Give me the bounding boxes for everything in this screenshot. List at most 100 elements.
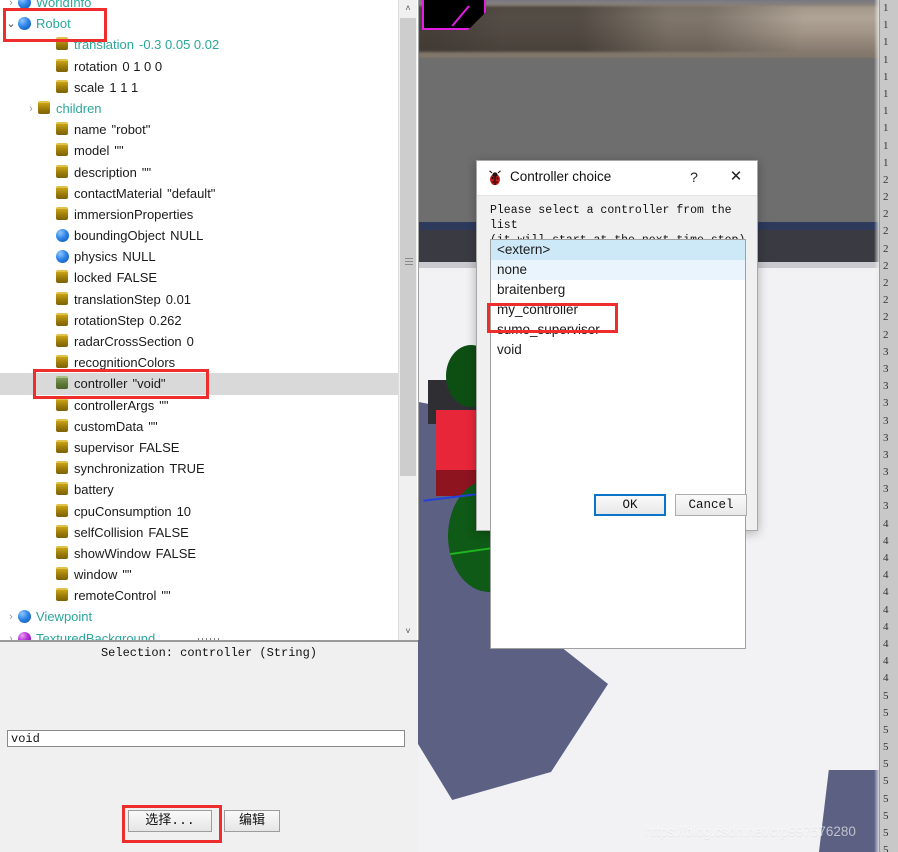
tree-row-controller[interactable]: controller "void" <box>0 373 400 395</box>
tree-row-recognitioncolors[interactable]: recognitionColors <box>0 352 400 373</box>
tree-row-robot[interactable]: ⌄ Robot <box>0 13 400 34</box>
tree-row-translationstep[interactable]: translationStep 0.01 <box>0 289 400 310</box>
scrollbar-up-arrow[interactable]: ˄ <box>399 0 417 17</box>
tree-row-children[interactable]: › children <box>0 98 400 119</box>
tree-row-name: Robot <box>36 16 71 32</box>
chevron-right-icon[interactable]: › <box>24 99 38 120</box>
controller-list-item[interactable]: braitenberg <box>491 280 745 300</box>
node-sphere-icon <box>56 250 69 264</box>
tree-row-indent: model "" <box>0 143 124 158</box>
dialog-prompt-line1: Please select a controller from the list <box>490 204 732 232</box>
tree-row-value: "default" <box>167 185 216 201</box>
controller-list[interactable]: <extern> none braitenberg my_controller sumo… <box>490 239 746 649</box>
tree-row-value: "" <box>148 418 158 434</box>
scrollbar-grip <box>405 258 413 265</box>
tree-row-locked[interactable]: locked FALSE <box>0 267 400 288</box>
tree-row-value: NULL <box>170 228 204 244</box>
tree-row-synchronization[interactable]: synchronization TRUE <box>0 458 400 479</box>
cancel-button[interactable]: Cancel <box>675 494 747 516</box>
tree-row-indent: › TexturedBackground <box>0 631 160 640</box>
tree-row-indent: › Viewpoint <box>0 609 97 624</box>
tree-row-selfcollision[interactable]: selfCollision FALSE <box>0 522 400 543</box>
controller-list-item[interactable]: <extern> <box>491 240 745 260</box>
controller-choice-dialog[interactable]: Controller choice ? ✕ Please select a co… <box>476 160 758 649</box>
chevron-right-icon[interactable]: › <box>4 629 18 640</box>
tree-row-value: 0.01 <box>165 291 192 307</box>
chevron-right-icon[interactable]: › <box>4 0 18 14</box>
line-number: 1 <box>883 2 889 14</box>
controller-list-item[interactable]: void <box>491 340 745 360</box>
tree-row-worldinfo[interactable]: › WorldInfo <box>0 0 400 13</box>
tree-row-supervisor[interactable]: supervisor FALSE <box>0 437 400 458</box>
tree-row-boundingobject[interactable]: boundingObject NULL <box>0 225 400 246</box>
field-value-input[interactable] <box>7 730 405 747</box>
line-number: 3 <box>883 466 889 479</box>
tree-row-value: 10 <box>176 503 192 519</box>
controller-list-item[interactable]: my_controller <box>491 300 745 320</box>
line-number: 5 <box>883 758 889 771</box>
tree-row-radarcrosssection[interactable]: radarCrossSection 0 <box>0 331 400 352</box>
scrollbar-thumb[interactable] <box>400 18 416 476</box>
chevron-right-icon[interactable]: › <box>4 607 18 628</box>
field-box-icon <box>56 355 68 369</box>
tree-row-controllerargs[interactable]: controllerArgs "" <box>0 395 400 416</box>
tree-row-translation[interactable]: translation -0.3 0.05 0.02 <box>0 34 400 55</box>
node-sphere-icon <box>18 0 31 9</box>
tree-row-battery[interactable]: battery <box>0 479 400 500</box>
tree-row-name: recognitionColors <box>74 355 176 371</box>
tree-row-customdata[interactable]: customData "" <box>0 416 400 437</box>
tree-row-value: "robot" <box>111 122 151 138</box>
tree-row-rotationstep[interactable]: rotationStep 0.262 <box>0 310 400 331</box>
line-number: 4 <box>883 672 889 685</box>
scene-tree-scrollbar[interactable]: ˄ ˅ <box>398 0 417 640</box>
tree-row-physics[interactable]: physics NULL <box>0 246 400 267</box>
line-number: 2 <box>883 328 889 341</box>
tree-row-rotation[interactable]: rotation 0 1 0 0 <box>0 56 400 77</box>
controller-list-item[interactable]: none <box>491 260 745 280</box>
tree-row-value: TRUE <box>169 461 205 477</box>
tree-row-remotecontrol[interactable]: remoteControl "" <box>0 585 400 606</box>
tree-row-indent: remoteControl "" <box>0 588 171 603</box>
tree-row-name: Viewpoint <box>36 609 93 625</box>
tree-row-indent: controllerArgs "" <box>0 397 168 413</box>
scene-tree-list[interactable]: › WorldInfo ⌄ Robot translation -0.3 0.05 0.0… <box>0 0 400 640</box>
field-box-icon <box>56 122 68 136</box>
scrollbar-down-arrow[interactable]: ˅ <box>399 623 417 640</box>
controller-list-item[interactable]: sumo_supervisor <box>491 320 745 340</box>
tree-row-description[interactable]: description "" <box>0 162 400 183</box>
edit-button[interactable]: 编辑 <box>224 810 280 832</box>
tree-row-indent: scale 1 1 1 <box>0 79 138 95</box>
tree-row-contactmaterial[interactable]: contactMaterial "default" <box>0 183 400 204</box>
tree-row-scale[interactable]: scale 1 1 1 <box>0 77 400 98</box>
tree-row-cpuconsumption[interactable]: cpuConsumption 10 <box>0 501 400 522</box>
ok-button[interactable]: OK <box>594 494 666 516</box>
tree-row-showwindow[interactable]: showWindow FALSE <box>0 543 400 564</box>
tree-row-name: controllerArgs <box>74 397 155 413</box>
tree-row-indent: translationStep 0.01 <box>0 291 192 307</box>
tree-row-window[interactable]: window "" <box>0 564 400 585</box>
line-number: 2 <box>883 225 889 238</box>
line-number: 3 <box>883 362 889 375</box>
line-number: 5 <box>883 723 889 736</box>
select-button[interactable]: 选择... <box>128 810 212 832</box>
tree-row-name: window <box>74 567 118 583</box>
dialog-title-bar[interactable]: Controller choice ? ✕ <box>477 161 757 196</box>
scene-tree-panel[interactable]: › WorldInfo ⌄ Robot translation -0.3 0.05 0.0… <box>0 0 419 640</box>
line-number: 5 <box>883 844 889 852</box>
help-icon[interactable]: ? <box>684 167 704 187</box>
tree-row-indent: ⌄ Robot <box>0 16 76 31</box>
tree-row-indent: synchronization TRUE <box>0 461 205 476</box>
field-box-icon <box>56 164 68 178</box>
tree-row-viewpoint[interactable]: › Viewpoint <box>0 606 400 627</box>
tree-row-indent: › WorldInfo <box>0 0 96 10</box>
line-number: 1 <box>883 36 889 49</box>
chevron-down-icon[interactable]: ⌄ <box>4 14 18 35</box>
close-icon[interactable]: ✕ <box>725 167 747 187</box>
line-number: 2 <box>883 173 889 186</box>
tree-row-indent: cpuConsumption 10 <box>0 503 192 519</box>
tree-row-model[interactable]: model "" <box>0 140 400 161</box>
field-box-icon <box>56 291 68 305</box>
tree-row-name[interactable]: name "robot" <box>0 119 400 140</box>
tree-row-immersionproperties[interactable]: immersionProperties <box>0 204 400 225</box>
panel-splitter-handle[interactable] <box>198 636 220 642</box>
